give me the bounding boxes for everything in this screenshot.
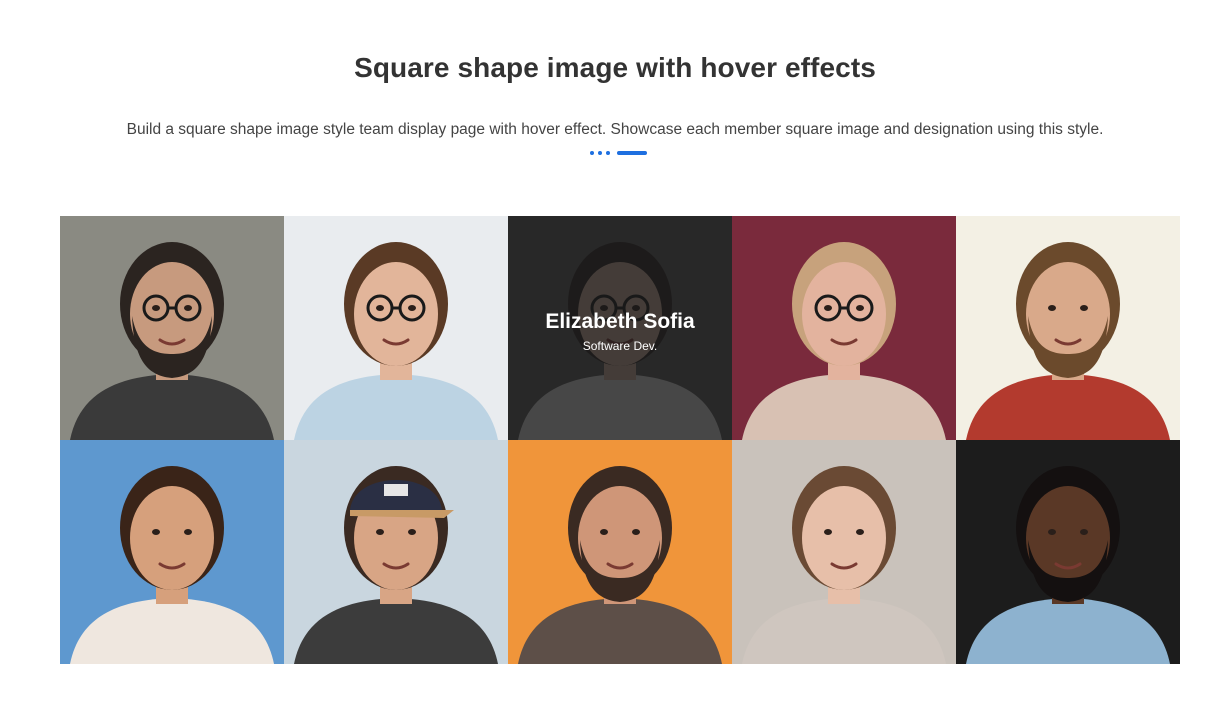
- member-designation: Software Dev.: [582, 338, 658, 353]
- divider-dot: [606, 151, 610, 155]
- divider-bar: [617, 151, 647, 155]
- member-hover-overlay: Elizabeth Sofia Software Dev.: [508, 216, 732, 440]
- team-member-card[interactable]: [956, 216, 1180, 440]
- divider-dot: [590, 151, 594, 155]
- team-member-card[interactable]: [732, 440, 956, 664]
- team-member-card[interactable]: [956, 440, 1180, 664]
- team-member-card[interactable]: [508, 440, 732, 664]
- page-subtitle: Build a square shape image style team di…: [126, 121, 1104, 138]
- divider-dot: [598, 151, 602, 155]
- team-member-card[interactable]: [284, 440, 508, 664]
- title-divider: [590, 151, 647, 155]
- team-member-card[interactable]: [732, 216, 956, 440]
- member-name: Elizabeth Sofia: [545, 309, 695, 333]
- team-member-card[interactable]: [284, 216, 508, 440]
- page-title: Square shape image with hover effects: [354, 52, 876, 83]
- team-member-card[interactable]: [60, 440, 284, 664]
- team-grid: Elizabeth Sofia Software Dev.: [60, 216, 1180, 664]
- team-member-card[interactable]: [60, 216, 284, 440]
- team-member-card[interactable]: Elizabeth Sofia Software Dev.: [508, 216, 732, 440]
